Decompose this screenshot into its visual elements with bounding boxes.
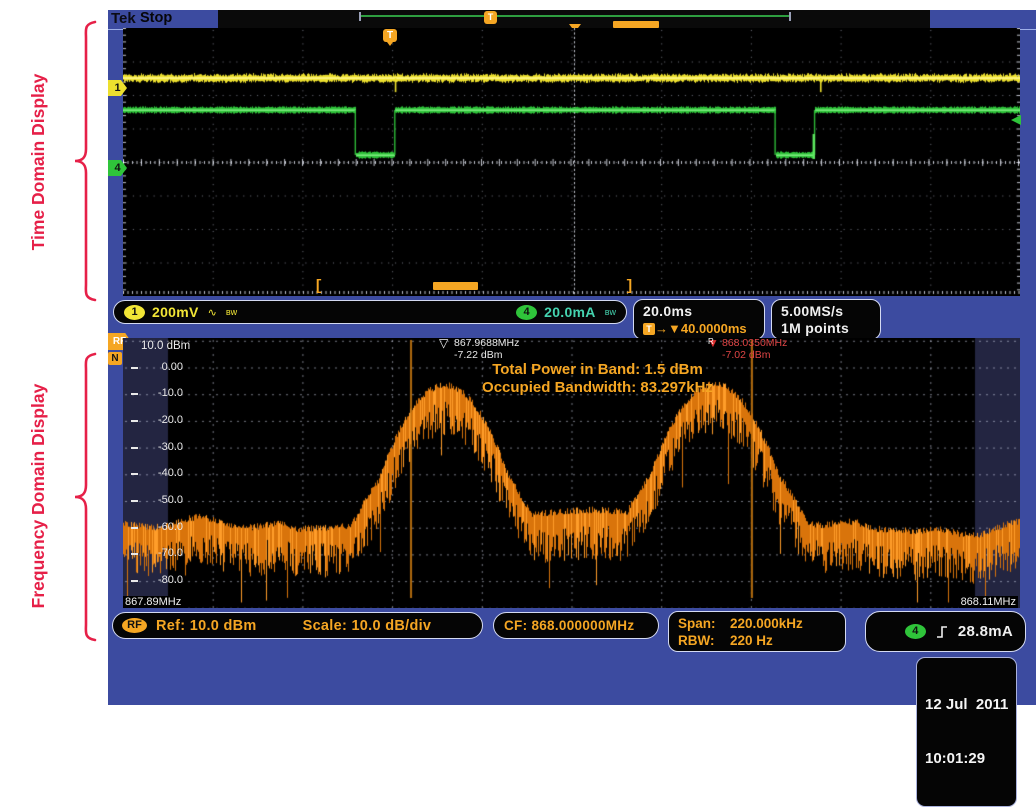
center-frequency-pill[interactable]: CF: 868.000000MHz <box>493 612 659 639</box>
marker-a-icon[interactable]: ▽ <box>439 337 448 349</box>
sample-rate-readout: 5.00MS/s <box>781 303 871 319</box>
reference-marker-letter: R <box>708 336 714 348</box>
gate-open-bracket: [ <box>314 278 323 295</box>
rf-ref-level-readout: Ref: 10.0 dBm <box>156 618 257 634</box>
ch1-bandwidth-icon: ʙᴡ <box>226 307 237 317</box>
rf-normal-trace-icon: N <box>108 352 122 365</box>
preview-end-bracket <box>789 12 791 21</box>
center-frequency-readout: CF: 868.000000MHz <box>504 618 634 633</box>
trigger-delay-readout: →▼40.0000ms <box>655 321 747 336</box>
span-label: Span: <box>678 615 730 632</box>
acquisition-readout-pill[interactable]: 5.00MS/s 1M points <box>771 299 881 340</box>
gate-close-bracket: ] <box>625 278 634 295</box>
trigger-t-icon: T <box>643 323 655 335</box>
ch4-bandwidth-icon: ʙᴡ <box>605 307 616 317</box>
rf-scale-readout: Scale: 10.0 dB/div <box>303 618 432 634</box>
span-rbw-pill[interactable]: Span: 220.000kHz RBW: 220 Hz <box>668 611 846 652</box>
date-text: 12 Jul 2011 <box>925 696 1008 714</box>
horizontal-readout-pill[interactable]: 20.0ms T→▼40.0000ms <box>633 299 765 340</box>
rf-vertical-readout-pill[interactable]: RF Ref: 10.0 dBm Scale: 10.0 dB/div <box>112 612 483 639</box>
db-tick-label: -20.0 <box>137 414 183 426</box>
trigger-source-badge: 4 <box>905 624 926 639</box>
span-value: 220.000kHz <box>730 615 836 632</box>
trigger-level-arrow-icon <box>1011 115 1021 125</box>
marker-r-amplitude: -7.02 dBm <box>722 349 787 361</box>
ch4-badge: 4 <box>516 305 537 320</box>
total-power-text: Total Power in Band: 1.5 dBm <box>123 361 1036 378</box>
preview-start-bracket <box>359 12 361 21</box>
db-tick-label: -60.0 <box>137 521 183 533</box>
db-tick-label: -80.0 <box>137 574 183 586</box>
marker-a-frequency: 867.9688MHz <box>454 337 519 349</box>
rf-ref-level-label: 10.0 dBm <box>141 340 190 352</box>
reference-marker-readout: 868.0350MHz -7.02 dBm <box>722 337 787 361</box>
db-tick-label: -70.0 <box>137 547 183 559</box>
marker-a-readout: 867.9688MHz -7.22 dBm <box>454 337 519 361</box>
frequency-domain-display: 10.0 dBm 0.00-10.0-20.0-30.0-40.0-50.0-6… <box>123 338 1020 608</box>
time-domain-annotation-label: Time Domain Display <box>27 12 49 312</box>
horizontal-scale-readout: 20.0ms <box>643 303 755 319</box>
scope-screen: Tek Stop T T [ ] 1 4 1 200mV ∿ ʙᴡ 4 20.0… <box>108 10 1036 705</box>
rbw-label: RBW: <box>678 632 730 649</box>
time-domain-display: T [ ] <box>123 28 1020 296</box>
preview-trigger-icon: T <box>484 11 497 24</box>
tek-logo: Tek <box>111 10 136 27</box>
marker-r-frequency: 868.0350MHz <box>722 337 787 349</box>
acquisition-preview-line <box>360 15 790 17</box>
ch1-scale-readout: 200mV <box>152 304 199 320</box>
datetime-pill: 12 Jul 2011 10:01:29 <box>916 657 1017 807</box>
ch1-badge: 1 <box>124 305 145 320</box>
time-text: 10:01:29 <box>925 750 1008 768</box>
frequency-domain-brace <box>70 352 100 642</box>
record-length-readout: 1M points <box>781 320 871 336</box>
trigger-slope-icon <box>936 624 948 640</box>
occupied-bandwidth-text: Occupied Bandwidth: 83.297kHz <box>123 379 1036 396</box>
start-frequency-label: 867.89MHz <box>123 596 183 608</box>
trigger-t-flag-icon: T <box>383 29 397 42</box>
trigger-level-readout: 28.8mA <box>958 623 1013 640</box>
acquisition-state: Stop <box>140 10 172 26</box>
preview-spectrum-time-bar <box>613 21 659 28</box>
db-tick-label: -40.0 <box>137 467 183 479</box>
ch4-scale-readout: 20.0mA <box>544 304 596 320</box>
rbw-value: 220 Hz <box>730 632 836 649</box>
trigger-readout-pill[interactable]: 4 28.8mA <box>865 611 1026 652</box>
db-tick-label: -50.0 <box>137 494 183 506</box>
time-domain-brace <box>70 20 100 302</box>
marker-a-amplitude: -7.22 dBm <box>454 349 519 361</box>
db-tick-label: -30.0 <box>137 441 183 453</box>
time-domain-canvas <box>123 28 1020 296</box>
channel-readout-pill[interactable]: 1 200mV ∿ ʙᴡ 4 20.0mA ʙᴡ <box>113 300 627 324</box>
ch1-coupling-icon: ∿ <box>208 306 217 319</box>
rf-circle-badge: RF <box>122 618 147 633</box>
frequency-domain-annotation-label: Frequency Domain Display <box>27 346 49 646</box>
spectrum-time-bar <box>433 282 478 290</box>
stop-frequency-label: 868.11MHz <box>959 596 1018 608</box>
